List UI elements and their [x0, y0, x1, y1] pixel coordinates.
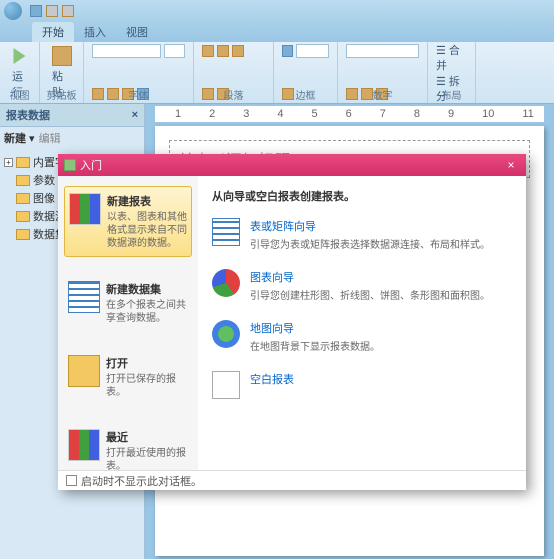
qat-undo-icon[interactable] — [46, 5, 58, 17]
dont-show-checkbox[interactable] — [66, 475, 77, 486]
pane-close-icon[interactable]: × — [132, 109, 138, 121]
dataset-icon — [68, 281, 100, 313]
group-font-label: 字体 — [84, 87, 193, 102]
font-family-box[interactable] — [92, 44, 161, 58]
merge-button[interactable]: ☰ 合并 — [436, 44, 467, 75]
align-center-icon[interactable] — [217, 45, 229, 57]
folder-icon — [16, 193, 30, 204]
edit-button[interactable]: 编辑 — [39, 130, 61, 146]
group-border-label: 边框 — [274, 87, 337, 102]
getting-started-dialog: 入门 × 新建报表以表、图表和其他格式显示来自不同数据源的数据。 新建数据集在多… — [58, 154, 526, 490]
table-wizard-icon — [212, 218, 240, 246]
folder-icon — [16, 175, 30, 186]
titlebar — [0, 0, 554, 22]
group-paragraph-label: 段落 — [194, 87, 273, 102]
option-chart-wizard[interactable]: 图表向导引导您创建柱形图、折线图、饼图、条形图和面积图。 — [212, 269, 512, 302]
dialog-right-panel: 从向导或空白报表创建报表。 表或矩阵向导引导您为表或矩阵报表选择数据源连接、布局… — [198, 176, 526, 470]
dialog-title: 入门 — [80, 157, 102, 173]
option-map-wizard[interactable]: 地图向导在地图背景下显示报表数据。 — [212, 320, 512, 353]
dont-show-label: 启动时不显示此对话框。 — [81, 473, 202, 489]
clipboard-icon — [52, 46, 72, 66]
right-header: 从向导或空白报表创建报表。 — [212, 188, 512, 204]
nav-recent[interactable]: 最近打开最近使用的报表。 — [64, 423, 192, 479]
folder-open-icon — [68, 355, 100, 387]
tab-view[interactable]: 视图 — [116, 22, 158, 42]
qat-redo-icon[interactable] — [62, 5, 74, 17]
group-view-label: 视图 — [0, 87, 39, 102]
dialog-close-button[interactable]: × — [502, 158, 520, 172]
qat-save-icon[interactable] — [30, 5, 42, 17]
group-clipboard-label: 剪贴板 — [40, 87, 83, 102]
group-layout-label: 布局 — [428, 87, 475, 102]
tab-insert[interactable]: 插入 — [74, 22, 116, 42]
play-icon — [10, 46, 30, 66]
dialog-footer: 启动时不显示此对话框。 — [58, 470, 526, 490]
align-right-icon[interactable] — [232, 45, 244, 57]
ruler: 1234567891011121314 — [155, 106, 544, 122]
recent-icon — [68, 429, 100, 461]
nav-new-dataset[interactable]: 新建数据集在多个报表之间共享查询数据。 — [64, 275, 192, 331]
app-icon — [64, 159, 76, 171]
new-dropdown[interactable]: 新建 ▾ — [4, 130, 35, 146]
option-table-wizard[interactable]: 表或矩阵向导引导您为表或矩阵报表选择数据源连接、布局和样式。 — [212, 218, 512, 251]
pane-title: 报表数据 — [6, 107, 50, 123]
font-size-box[interactable] — [164, 44, 185, 58]
folder-icon — [16, 229, 30, 240]
border-icon[interactable] — [282, 45, 293, 57]
number-format-box[interactable] — [346, 44, 419, 58]
tab-home[interactable]: 开始 — [32, 22, 74, 42]
border-width-box[interactable] — [296, 44, 329, 58]
nav-new-report[interactable]: 新建报表以表、图表和其他格式显示来自不同数据源的数据。 — [64, 186, 192, 257]
chart-wizard-icon — [212, 269, 240, 297]
ribbon-tabs: 开始 插入 视图 — [0, 22, 554, 42]
option-blank-report[interactable]: 空白报表 — [212, 371, 512, 399]
group-number-label: 数字 — [338, 87, 427, 102]
align-left-icon[interactable] — [202, 45, 214, 57]
dialog-left-nav: 新建报表以表、图表和其他格式显示来自不同数据源的数据。 新建数据集在多个报表之间… — [58, 176, 198, 470]
ribbon: 运行 视图 粘贴 剪贴板 字体 段落 边框 数字 ☰ 合并☰ 拆分☰ 对齐 布局 — [0, 42, 554, 104]
dialog-titlebar[interactable]: 入门 × — [58, 154, 526, 176]
report-icon — [69, 193, 101, 225]
office-orb-button[interactable] — [4, 2, 22, 20]
folder-icon — [16, 157, 30, 168]
folder-icon — [16, 211, 30, 222]
map-wizard-icon — [212, 320, 240, 348]
blank-report-icon — [212, 371, 240, 399]
expand-icon[interactable]: + — [4, 158, 13, 167]
nav-open[interactable]: 打开打开已保存的报表。 — [64, 349, 192, 405]
